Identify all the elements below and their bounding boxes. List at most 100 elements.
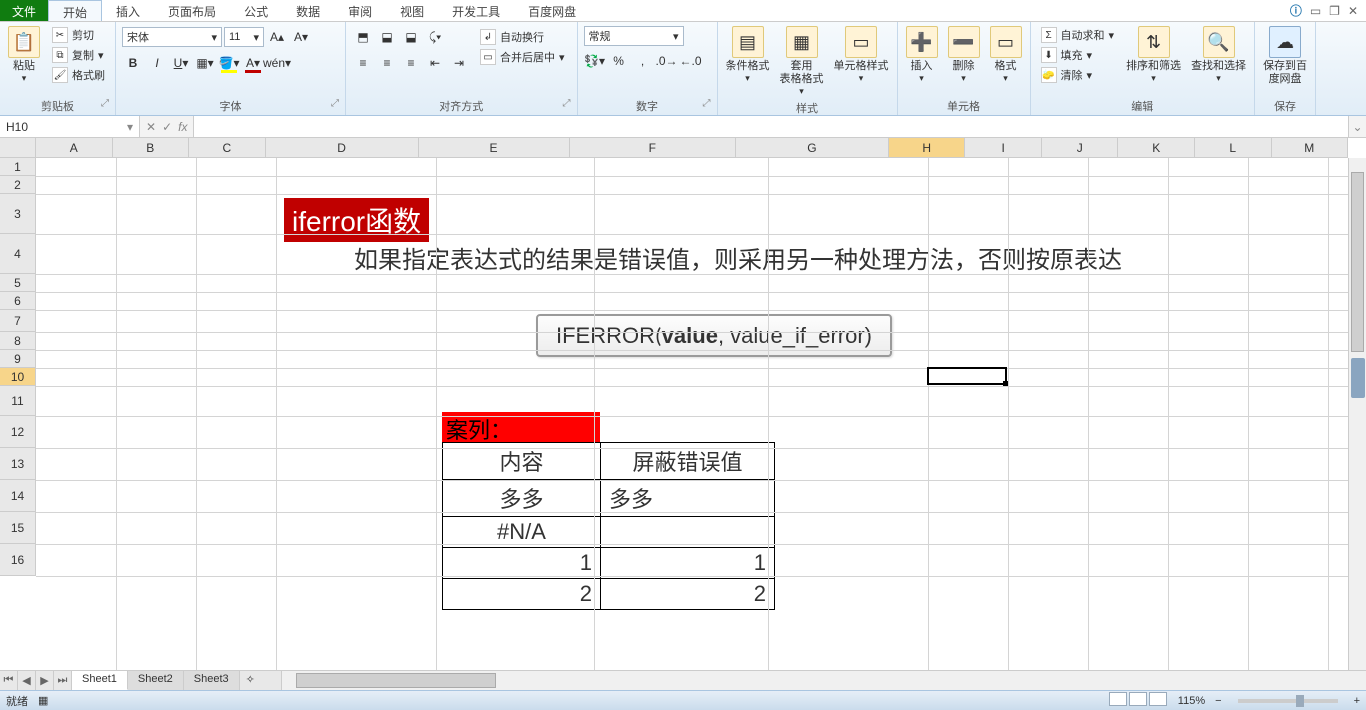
font-size-select[interactable]: 11▾ <box>224 27 264 47</box>
cond-format-button[interactable]: ▤条件格式▾ <box>722 24 774 86</box>
column-header[interactable]: K <box>1118 138 1195 158</box>
restore-icon[interactable]: ❐ <box>1329 4 1340 18</box>
enter-formula-icon[interactable]: ✓ <box>162 120 172 134</box>
column-header[interactable]: L <box>1195 138 1272 158</box>
column-header[interactable]: F <box>570 138 736 158</box>
bold-button[interactable]: B <box>122 52 144 74</box>
copy-button[interactable]: ⧉复制 ▾ <box>48 46 109 64</box>
file-tab[interactable]: 文件 <box>0 0 48 21</box>
zoom-out-icon[interactable]: − <box>1215 695 1221 707</box>
indent-inc-button[interactable]: ⇥ <box>448 52 470 74</box>
name-box[interactable]: H10▾ <box>0 116 140 137</box>
row-header[interactable]: 10 <box>0 368 36 386</box>
select-all-corner[interactable] <box>0 138 36 158</box>
help-icon[interactable]: ⓘ <box>1290 2 1302 19</box>
row-header[interactable]: 3 <box>0 194 36 234</box>
autosum-button[interactable]: Σ自动求和 ▾ <box>1037 26 1119 44</box>
align-top-button[interactable]: ⬒ <box>352 26 374 48</box>
scroll-thumb[interactable] <box>1351 172 1364 352</box>
row-header[interactable]: 8 <box>0 332 36 350</box>
column-header[interactable]: A <box>36 138 113 158</box>
row-header[interactable]: 11 <box>0 386 36 416</box>
cell-styles-button[interactable]: ▭单元格样式▾ <box>830 24 893 86</box>
sheet-tab[interactable]: Sheet2 <box>128 671 184 690</box>
column-header[interactable]: B <box>113 138 190 158</box>
column-header[interactable]: H <box>889 138 966 158</box>
cut-button[interactable]: ✂剪切 <box>48 26 109 44</box>
italic-button[interactable]: I <box>146 52 168 74</box>
row-header[interactable]: 2 <box>0 176 36 194</box>
row-header[interactable]: 15 <box>0 512 36 544</box>
border-button[interactable]: ▦▾ <box>194 52 216 74</box>
tab-home[interactable]: 开始 <box>48 0 102 21</box>
fx-icon[interactable]: fx <box>178 120 187 134</box>
launcher-icon[interactable]: ⤢ <box>563 98 571 109</box>
percent-button[interactable]: % <box>608 50 630 72</box>
paste-button[interactable]: 📋 粘贴 ▾ <box>4 24 44 86</box>
sheet-tab[interactable]: Sheet1 <box>72 671 128 690</box>
row-header[interactable]: 7 <box>0 310 36 332</box>
tab-formulas[interactable]: 公式 <box>230 0 282 21</box>
format-as-table-button[interactable]: ▦套用 表格格式▾ <box>776 24 828 99</box>
worksheet-grid[interactable]: ABCDEFGHIJKLM 12345678910111213141516 if… <box>0 138 1366 670</box>
launcher-icon[interactable]: ⤢ <box>703 98 711 109</box>
tab-baidu[interactable]: 百度网盘 <box>514 0 590 21</box>
align-center-button[interactable]: ≡ <box>376 52 398 74</box>
column-header[interactable]: C <box>189 138 266 158</box>
formula-input[interactable] <box>193 116 1348 137</box>
dec-decimal-button[interactable]: ←.0 <box>680 50 702 72</box>
tab-page-layout[interactable]: 页面布局 <box>154 0 230 21</box>
launcher-icon[interactable]: ⤢ <box>331 98 339 109</box>
currency-button[interactable]: 💱▾ <box>584 50 606 72</box>
delete-cells-button[interactable]: ➖删除▾ <box>944 24 984 86</box>
row-header[interactable]: 5 <box>0 274 36 292</box>
column-header[interactable]: I <box>965 138 1042 158</box>
close-icon[interactable]: ✕ <box>1348 4 1358 18</box>
next-sheet-icon[interactable]: ▶ <box>36 671 54 690</box>
fill-color-button[interactable]: 🪣▾ <box>218 52 240 74</box>
scroll-gripper[interactable] <box>1351 358 1365 398</box>
tab-review[interactable]: 审阅 <box>334 0 386 21</box>
column-header[interactable]: D <box>266 138 419 158</box>
align-right-button[interactable]: ≡ <box>400 52 422 74</box>
format-painter-button[interactable]: 🖌格式刷 <box>48 66 109 84</box>
row-header[interactable]: 14 <box>0 480 36 512</box>
zoom-level[interactable]: 115% <box>1178 695 1205 707</box>
vertical-scrollbar[interactable] <box>1348 158 1366 670</box>
row-header[interactable]: 6 <box>0 292 36 310</box>
number-format-select[interactable]: 常规▾ <box>584 26 684 46</box>
insert-cells-button[interactable]: ➕插入▾ <box>902 24 942 86</box>
font-name-select[interactable]: 宋体▾ <box>122 27 222 47</box>
first-sheet-icon[interactable]: ⏮ <box>0 671 18 690</box>
cancel-formula-icon[interactable]: ✕ <box>146 120 156 134</box>
row-header[interactable]: 13 <box>0 448 36 480</box>
minimize-ribbon-icon[interactable]: ▭ <box>1310 4 1321 18</box>
column-header[interactable]: G <box>736 138 889 158</box>
clear-button[interactable]: 🧽清除 ▾ <box>1037 66 1119 84</box>
align-left-button[interactable]: ≡ <box>352 52 374 74</box>
scroll-thumb[interactable] <box>296 673 496 688</box>
inc-decimal-button[interactable]: .0→ <box>656 50 678 72</box>
last-sheet-icon[interactable]: ⏭ <box>54 671 72 690</box>
save-baidu-button[interactable]: ☁保存到百 度网盘 <box>1259 24 1311 88</box>
zoom-in-icon[interactable]: + <box>1354 695 1360 707</box>
sort-filter-button[interactable]: ⇅排序和筛选▾ <box>1122 24 1185 86</box>
wrap-text-button[interactable]: ↲自动换行 <box>476 28 569 46</box>
column-header[interactable]: M <box>1272 138 1349 158</box>
sheet-tab[interactable]: Sheet3 <box>184 671 240 690</box>
comma-button[interactable]: , <box>632 50 654 72</box>
shrink-font-button[interactable]: A▾ <box>290 26 312 48</box>
align-middle-button[interactable]: ⬓ <box>376 26 398 48</box>
launcher-icon[interactable]: ⤢ <box>101 98 109 109</box>
prev-sheet-icon[interactable]: ◀ <box>18 671 36 690</box>
align-bottom-button[interactable]: ⬓ <box>400 26 422 48</box>
row-header[interactable]: 12 <box>0 416 36 448</box>
format-cells-button[interactable]: ▭格式▾ <box>986 24 1026 86</box>
row-header[interactable]: 9 <box>0 350 36 368</box>
orientation-button[interactable]: ⤹▾ <box>424 26 446 48</box>
row-header[interactable]: 16 <box>0 544 36 576</box>
column-header[interactable]: J <box>1042 138 1119 158</box>
tab-insert[interactable]: 插入 <box>102 0 154 21</box>
underline-button[interactable]: U▾ <box>170 52 192 74</box>
merge-center-button[interactable]: ▭合并后居中 ▾ <box>476 48 569 66</box>
